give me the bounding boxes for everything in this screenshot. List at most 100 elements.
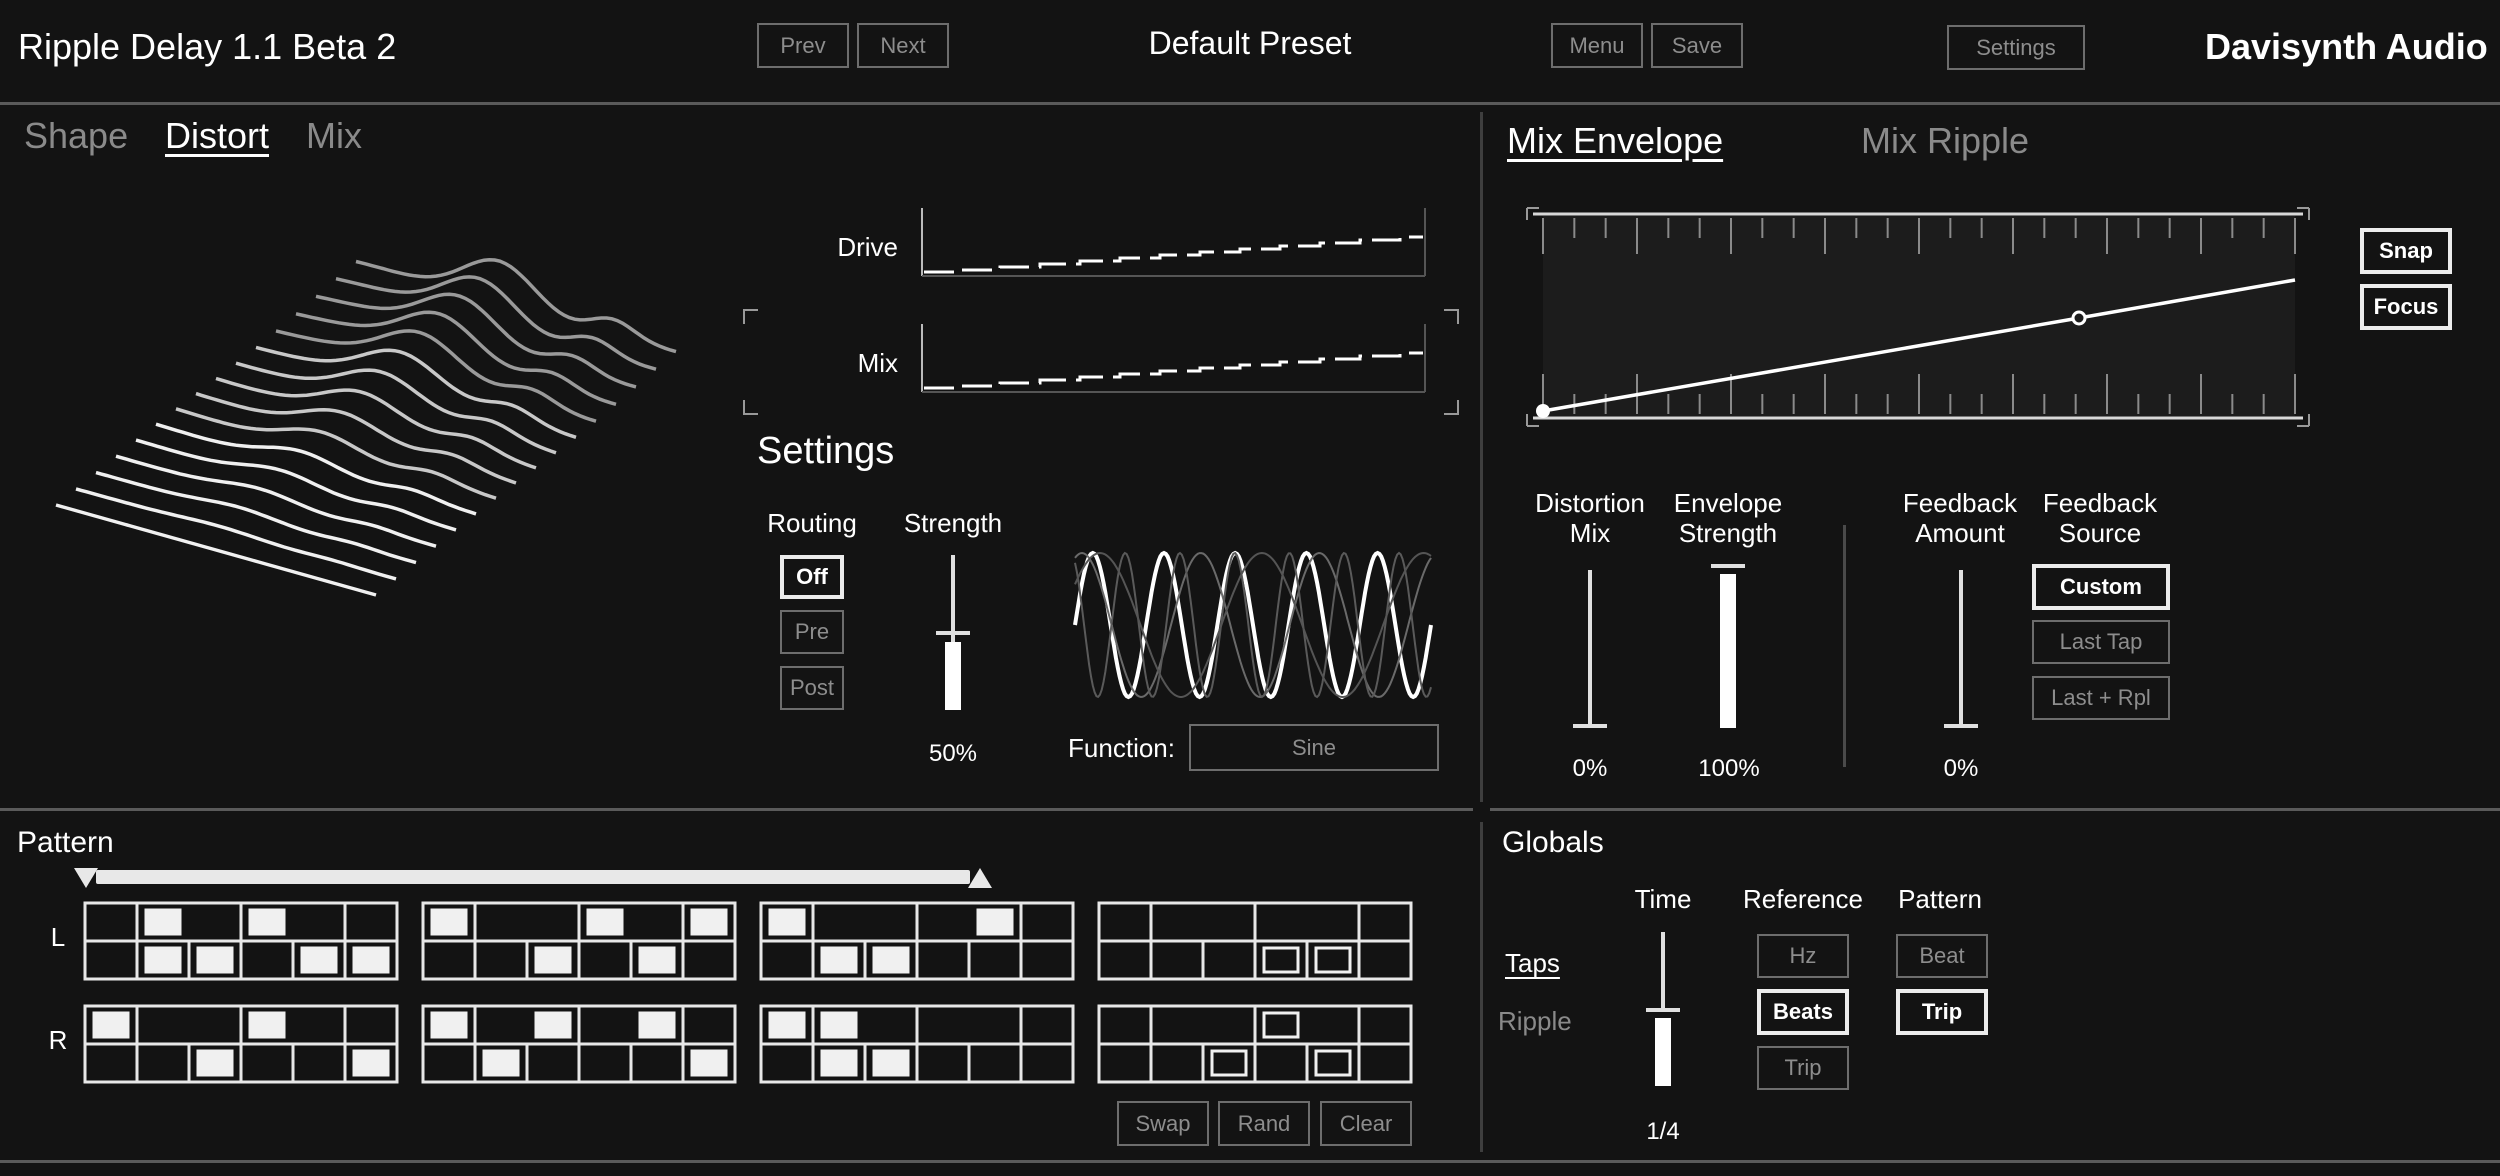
feedback-amount-handle[interactable] <box>1944 724 1978 728</box>
brand-name: Davisynth Audio <box>2205 26 2488 67</box>
envelope-start-point <box>1536 404 1550 418</box>
time-slider[interactable] <box>1640 932 1686 1088</box>
tab-distort[interactable]: Distort <box>165 115 269 157</box>
envelope-mid-point <box>2071 310 2087 326</box>
pattern-clear-button[interactable]: Clear <box>1320 1101 1412 1146</box>
pattern-step <box>638 1011 676 1039</box>
pattern-step <box>1262 1011 1300 1039</box>
reference-hz-button[interactable]: Hz <box>1757 934 1849 978</box>
settings-button[interactable]: Settings <box>1947 25 2085 70</box>
strength-slider[interactable] <box>930 555 976 715</box>
routing-pre-button[interactable]: Pre <box>780 610 844 654</box>
ripple-line <box>215 376 537 470</box>
pattern-swap-button[interactable]: Swap <box>1117 1101 1209 1146</box>
feedback-amount-slider[interactable] <box>1938 568 1984 728</box>
tab-mix-envelope[interactable]: Mix Envelope <box>1507 120 1723 162</box>
pattern-range-bar[interactable] <box>70 862 992 892</box>
tab-mix[interactable]: Mix <box>306 115 362 157</box>
distortion-mix-handle[interactable] <box>1573 724 1607 728</box>
pattern-step <box>638 946 676 974</box>
pattern-step <box>872 1049 910 1077</box>
routing-off-button[interactable]: Off <box>780 555 844 599</box>
mix-envelope-editor[interactable] <box>1525 206 2325 436</box>
pattern-step <box>196 946 234 974</box>
prev-preset-button[interactable]: Prev <box>757 23 849 68</box>
tab-mix-ripple[interactable]: Mix Ripple <box>1861 120 2029 162</box>
routing-post-button[interactable]: Post <box>780 666 844 710</box>
pattern-step <box>430 908 468 936</box>
pattern-step <box>248 908 286 936</box>
envelope-strength-handle[interactable] <box>1711 564 1745 568</box>
pattern-step <box>300 946 338 974</box>
focus-button[interactable]: Focus <box>2360 284 2452 330</box>
pattern-rand-button[interactable]: Rand <box>1218 1101 1310 1146</box>
distortion-mix-slider[interactable] <box>1567 568 1613 728</box>
envelope-divider <box>1843 525 1846 767</box>
reference-beats-button[interactable]: Beats <box>1757 989 1849 1035</box>
pattern-step <box>690 908 728 936</box>
function-waveform-preview <box>1073 550 1433 700</box>
ripple-line <box>75 487 397 581</box>
settings-heading: Settings <box>757 430 895 472</box>
function-label: Function: <box>1068 733 1175 763</box>
pattern-step <box>976 908 1014 936</box>
pattern-trip-button[interactable]: Trip <box>1896 989 1988 1035</box>
drive-label: Drive <box>837 232 898 262</box>
lower-divider-right <box>1490 808 2500 811</box>
pattern-step <box>872 946 910 974</box>
strength-label: Strength <box>903 508 1003 538</box>
time-slider-track <box>1661 932 1665 1012</box>
pattern-step <box>1210 1049 1248 1077</box>
save-button[interactable]: Save <box>1651 23 1743 68</box>
pattern-row-left-label: L <box>50 922 66 952</box>
snap-button[interactable]: Snap <box>2360 228 2452 274</box>
range-end-handle <box>968 868 992 888</box>
tab-shape[interactable]: Shape <box>24 115 128 157</box>
function-selector[interactable]: Sine <box>1189 724 1439 771</box>
pattern-step <box>1314 1049 1352 1077</box>
envelope-strength-slider[interactable] <box>1705 562 1751 728</box>
strength-slider-handle[interactable] <box>936 631 970 635</box>
feedback-source-last-tap-button[interactable]: Last Tap <box>2032 620 2170 664</box>
pattern-step <box>768 1011 806 1039</box>
pattern-heading: Pattern <box>17 826 114 859</box>
pattern-step <box>534 1011 572 1039</box>
pattern-step <box>144 908 182 936</box>
reference-trip-button[interactable]: Trip <box>1757 1046 1849 1090</box>
distortion-mix-track <box>1588 570 1592 728</box>
feedback-source-custom-button[interactable]: Custom <box>2032 564 2170 610</box>
envelope-strength-label: Envelope Strength <box>1673 488 1783 548</box>
ripple-tab[interactable]: Ripple <box>1498 1006 1572 1037</box>
drive-curve-graph[interactable] <box>920 208 1430 278</box>
distortion-mix-value: 0% <box>1572 755 1608 782</box>
focus-bracket <box>743 309 1459 415</box>
time-slider-fill <box>1655 1018 1671 1086</box>
envelope-strength-value: 100% <box>1698 755 1760 782</box>
ripple-line <box>195 391 517 485</box>
pattern-step <box>586 908 624 936</box>
header-divider <box>0 102 2500 105</box>
taps-tab[interactable]: Taps <box>1505 948 1560 979</box>
feedback-amount-value: 0% <box>1943 755 1979 782</box>
distortion-mix-label: Distortion Mix <box>1535 488 1645 548</box>
feedback-source-last-rpl-button[interactable]: Last + Rpl <box>2032 676 2170 720</box>
pattern-grid[interactable] <box>80 895 1430 1085</box>
time-label: Time <box>1634 884 1692 914</box>
globals-pattern-label: Pattern <box>1898 884 1982 914</box>
feedback-source-label: Feedback Source <box>2042 488 2158 548</box>
time-slider-handle[interactable] <box>1646 1008 1680 1012</box>
feedback-amount-track <box>1959 570 1963 728</box>
lower-center-divider <box>1480 822 1483 1152</box>
pattern-step <box>534 946 572 974</box>
pattern-beat-button[interactable]: Beat <box>1896 934 1988 978</box>
pattern-step <box>248 1011 286 1039</box>
envelope-strength-fill <box>1720 574 1736 728</box>
next-preset-button[interactable]: Next <box>857 23 949 68</box>
routing-label: Routing <box>767 508 857 538</box>
menu-button[interactable]: Menu <box>1551 23 1643 68</box>
ripple-line <box>55 503 377 597</box>
preset-name[interactable]: Default Preset <box>1050 25 1450 62</box>
strength-slider-fill <box>945 642 961 710</box>
pattern-step <box>92 1011 130 1039</box>
pattern-step <box>690 1049 728 1077</box>
